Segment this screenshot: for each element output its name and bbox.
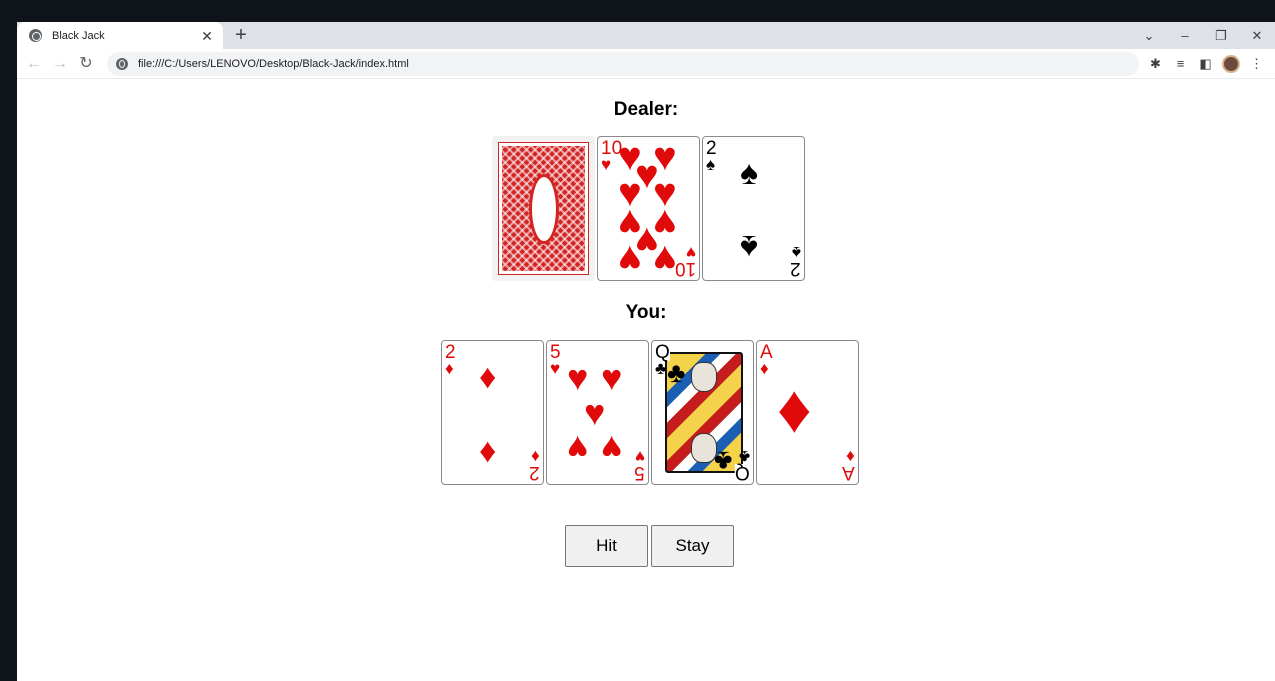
browser-tab[interactable]: Black Jack ✕: [17, 22, 223, 49]
window-controls: ⌄ – ❐ ✕: [1131, 22, 1275, 49]
heart-icon: ♥: [618, 237, 642, 281]
tab-search-icon[interactable]: ⌄: [1131, 22, 1167, 49]
club-icon: ♣: [667, 357, 686, 388]
action-buttons: Hit Stay: [565, 525, 734, 567]
player-card: 2 ♦ ♦ ♦ ♦ 2: [441, 340, 544, 485]
page-content: Dealer: 10 ♥ ♥ ♥ ♥ ♥ ♥ ♥ ♥ ♥ ♥ ♥ ♥ 10 2 …: [17, 80, 1275, 681]
card-rank: 10: [674, 258, 696, 279]
address-bar[interactable]: file:///C:/Users/LENOVO/Desktop/Black-Ja…: [107, 52, 1139, 76]
toolbar-actions: ✱ ≡ ◧ ⋮: [1143, 52, 1269, 76]
diamond-icon: ♦: [777, 371, 812, 447]
heart-icon: ♥: [601, 428, 623, 469]
minimize-icon[interactable]: –: [1167, 22, 1203, 49]
heart-icon: ♥: [601, 155, 612, 174]
extensions-icon[interactable]: ✱: [1143, 52, 1168, 76]
card-rank: A: [842, 462, 855, 483]
stay-button[interactable]: Stay: [651, 525, 734, 567]
queen-face-icon: [691, 362, 717, 392]
card-rank: 5: [634, 462, 645, 483]
tab-strip: Black Jack ✕ + ⌄ – ❐ ✕: [17, 22, 1275, 49]
card-rank: 2: [790, 258, 801, 279]
menu-icon[interactable]: ⋮: [1244, 52, 1269, 76]
spade-icon: ♠: [740, 154, 759, 192]
dealer-heading: Dealer:: [613, 99, 679, 120]
reading-list-icon[interactable]: ≡: [1168, 52, 1193, 76]
dealer-card: 10 ♥ ♥ ♥ ♥ ♥ ♥ ♥ ♥ ♥ ♥ ♥ ♥ 10: [597, 136, 700, 281]
heart-icon: ♥: [550, 359, 561, 378]
spade-icon: ♠: [706, 155, 716, 174]
heart-icon: ♥: [567, 428, 589, 469]
player-card: A ♦ ♦ ♦ A: [756, 340, 859, 485]
restore-icon[interactable]: ❐: [1203, 22, 1239, 49]
heart-icon: ♥: [584, 392, 606, 433]
card-rank: 2: [529, 462, 540, 483]
diamond-icon: ♦: [760, 359, 769, 378]
back-arrow-icon[interactable]: ←: [21, 51, 47, 77]
player-card: Q ♣ ♣ ♣ ♣ Q: [651, 340, 754, 485]
hit-button[interactable]: Hit: [565, 525, 648, 567]
diamond-icon: ♦: [479, 432, 497, 470]
diamond-icon: ♦: [445, 359, 454, 378]
spade-icon: ♠: [740, 228, 759, 266]
card-back-medallion: [528, 173, 559, 244]
forward-arrow-icon[interactable]: →: [47, 51, 73, 77]
browser-toolbar: ← → ↻ file:///C:/Users/LENOVO/Desktop/Bl…: [17, 49, 1275, 79]
site-info-icon[interactable]: [116, 58, 128, 70]
club-icon: ♣: [655, 359, 667, 378]
side-panel-icon[interactable]: ◧: [1193, 52, 1218, 76]
player-hand: 2 ♦ ♦ ♦ ♦ 2 5 ♥ ♥ ♥ ♥ ♥ ♥ ♥ 5 Q ♣ ♣ ♣ ♣ …: [441, 340, 859, 485]
club-icon: ♣: [714, 446, 733, 477]
browser-window: Black Jack ✕ + ⌄ – ❐ ✕ ← → ↻ file:///C:/…: [17, 22, 1275, 681]
heart-icon: ♥: [653, 237, 677, 281]
profile-avatar[interactable]: [1222, 55, 1240, 73]
dealer-hand: 10 ♥ ♥ ♥ ♥ ♥ ♥ ♥ ♥ ♥ ♥ ♥ ♥ 10 2 ♠ ♠ ♠ ♠: [492, 136, 805, 281]
you-heading: You:: [625, 302, 667, 323]
card-back: [492, 136, 595, 281]
player-card: 5 ♥ ♥ ♥ ♥ ♥ ♥ ♥ 5: [546, 340, 649, 485]
reload-icon[interactable]: ↻: [73, 51, 99, 77]
url-text: file:///C:/Users/LENOVO/Desktop/Black-Ja…: [138, 58, 409, 70]
close-tab-icon[interactable]: ✕: [199, 28, 215, 44]
globe-icon: [29, 29, 42, 42]
new-tab-icon[interactable]: +: [231, 25, 251, 45]
card-rank: Q: [735, 462, 750, 483]
diamond-icon: ♦: [479, 358, 497, 396]
close-window-icon[interactable]: ✕: [1239, 22, 1275, 49]
dealer-card: 2 ♠ ♠ ♠ ♠ 2: [702, 136, 805, 281]
tab-title: Black Jack: [52, 29, 105, 42]
